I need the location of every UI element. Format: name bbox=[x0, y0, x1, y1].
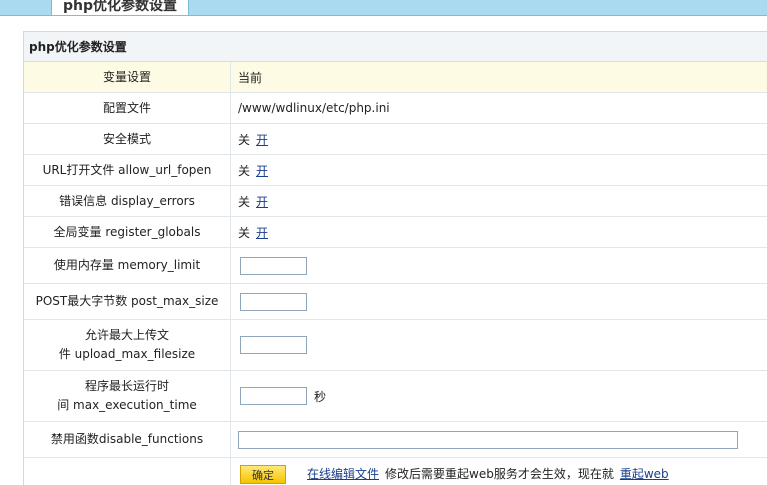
allow-url-fopen-on-link[interactable]: 开 bbox=[256, 162, 268, 179]
display-errors-on-link[interactable]: 开 bbox=[256, 193, 268, 210]
online-edit-file-link[interactable]: 在线编辑文件 bbox=[307, 465, 379, 482]
upload-max-filesize-label: 允许最大上传文 件 upload_max_filesize bbox=[24, 320, 231, 370]
memory-limit-input[interactable] bbox=[240, 256, 307, 275]
register-globals-off: 关 bbox=[238, 225, 251, 240]
panel-title: php优化参数设置 bbox=[24, 32, 767, 62]
upload-max-filesize-label-line2: 件 upload_max_filesize bbox=[58, 347, 196, 361]
register-globals-on-link[interactable]: 开 bbox=[256, 224, 268, 241]
table-header-row: 变量设置 当前 bbox=[24, 62, 767, 93]
settings-panel: php优化参数设置 变量设置 当前 配置文件 /www/wdlinux/etc/… bbox=[23, 31, 767, 485]
config-file-label: 配置文件 bbox=[24, 93, 231, 123]
allow-url-fopen-row: URL打开文件 allow_url_fopen 关 开 bbox=[24, 155, 767, 186]
memory-limit-row: 使用内存量 memory_limit bbox=[24, 248, 767, 284]
restart-web-link[interactable]: 重起web bbox=[620, 465, 669, 482]
max-execution-time-label: 程序最长运行时 间 max_execution_time bbox=[24, 371, 231, 421]
footer-label-cell bbox=[24, 458, 231, 485]
allow-url-fopen-off: 关 bbox=[238, 163, 251, 178]
post-max-size-input[interactable] bbox=[240, 292, 307, 311]
max-execution-time-row: 程序最长运行时 间 max_execution_time 秒 bbox=[24, 371, 767, 422]
display-errors-label: 错误信息 display_errors bbox=[24, 186, 231, 216]
max-execution-time-label-line2: 间 max_execution_time bbox=[57, 398, 197, 412]
upload-max-filesize-input[interactable] bbox=[240, 336, 307, 354]
disable-functions-input[interactable] bbox=[238, 430, 738, 449]
seconds-unit: 秒 bbox=[314, 389, 327, 404]
display-errors-row: 错误信息 display_errors 关 开 bbox=[24, 186, 767, 217]
footer-row: 确定 在线编辑文件 修改后需要重起web服务才会生效，现在就 重起web bbox=[24, 458, 767, 485]
upload-max-filesize-row: 允许最大上传文 件 upload_max_filesize bbox=[24, 320, 767, 371]
restart-note: 修改后需要重起web服务才会生效，现在就 bbox=[385, 467, 614, 481]
top-tab-bar: php优化参数设置 bbox=[0, 0, 767, 16]
max-execution-time-input[interactable] bbox=[240, 387, 307, 405]
config-file-row: 配置文件 /www/wdlinux/etc/php.ini bbox=[24, 93, 767, 124]
disable-functions-label: 禁用函数disable_functions bbox=[24, 422, 231, 457]
allow-url-fopen-label: URL打开文件 allow_url_fopen bbox=[24, 155, 231, 185]
tab-php-optimize[interactable]: php优化参数设置 bbox=[51, 0, 190, 15]
confirm-button[interactable]: 确定 bbox=[240, 465, 286, 484]
safe-mode-row: 安全模式 关 开 bbox=[24, 124, 767, 155]
config-file-path: /www/wdlinux/etc/php.ini bbox=[238, 101, 390, 115]
register-globals-label: 全局变量 register_globals bbox=[24, 217, 231, 247]
disable-functions-row: 禁用函数disable_functions bbox=[24, 422, 767, 458]
register-globals-row: 全局变量 register_globals 关 开 bbox=[24, 217, 767, 248]
display-errors-off: 关 bbox=[238, 194, 251, 209]
post-max-size-row: POST最大字节数 post_max_size bbox=[24, 284, 767, 320]
memory-limit-label: 使用内存量 memory_limit bbox=[24, 248, 231, 283]
header-value: 当前 bbox=[238, 70, 263, 85]
upload-max-filesize-label-line1: 允许最大上传文 bbox=[84, 328, 169, 342]
max-execution-time-label-line1: 程序最长运行时 bbox=[84, 379, 169, 393]
post-max-size-label: POST最大字节数 post_max_size bbox=[24, 284, 231, 319]
safe-mode-label: 安全模式 bbox=[24, 124, 231, 154]
header-label: 变量设置 bbox=[24, 62, 231, 92]
safe-mode-off: 关 bbox=[238, 132, 251, 147]
safe-mode-on-link[interactable]: 开 bbox=[256, 131, 268, 148]
